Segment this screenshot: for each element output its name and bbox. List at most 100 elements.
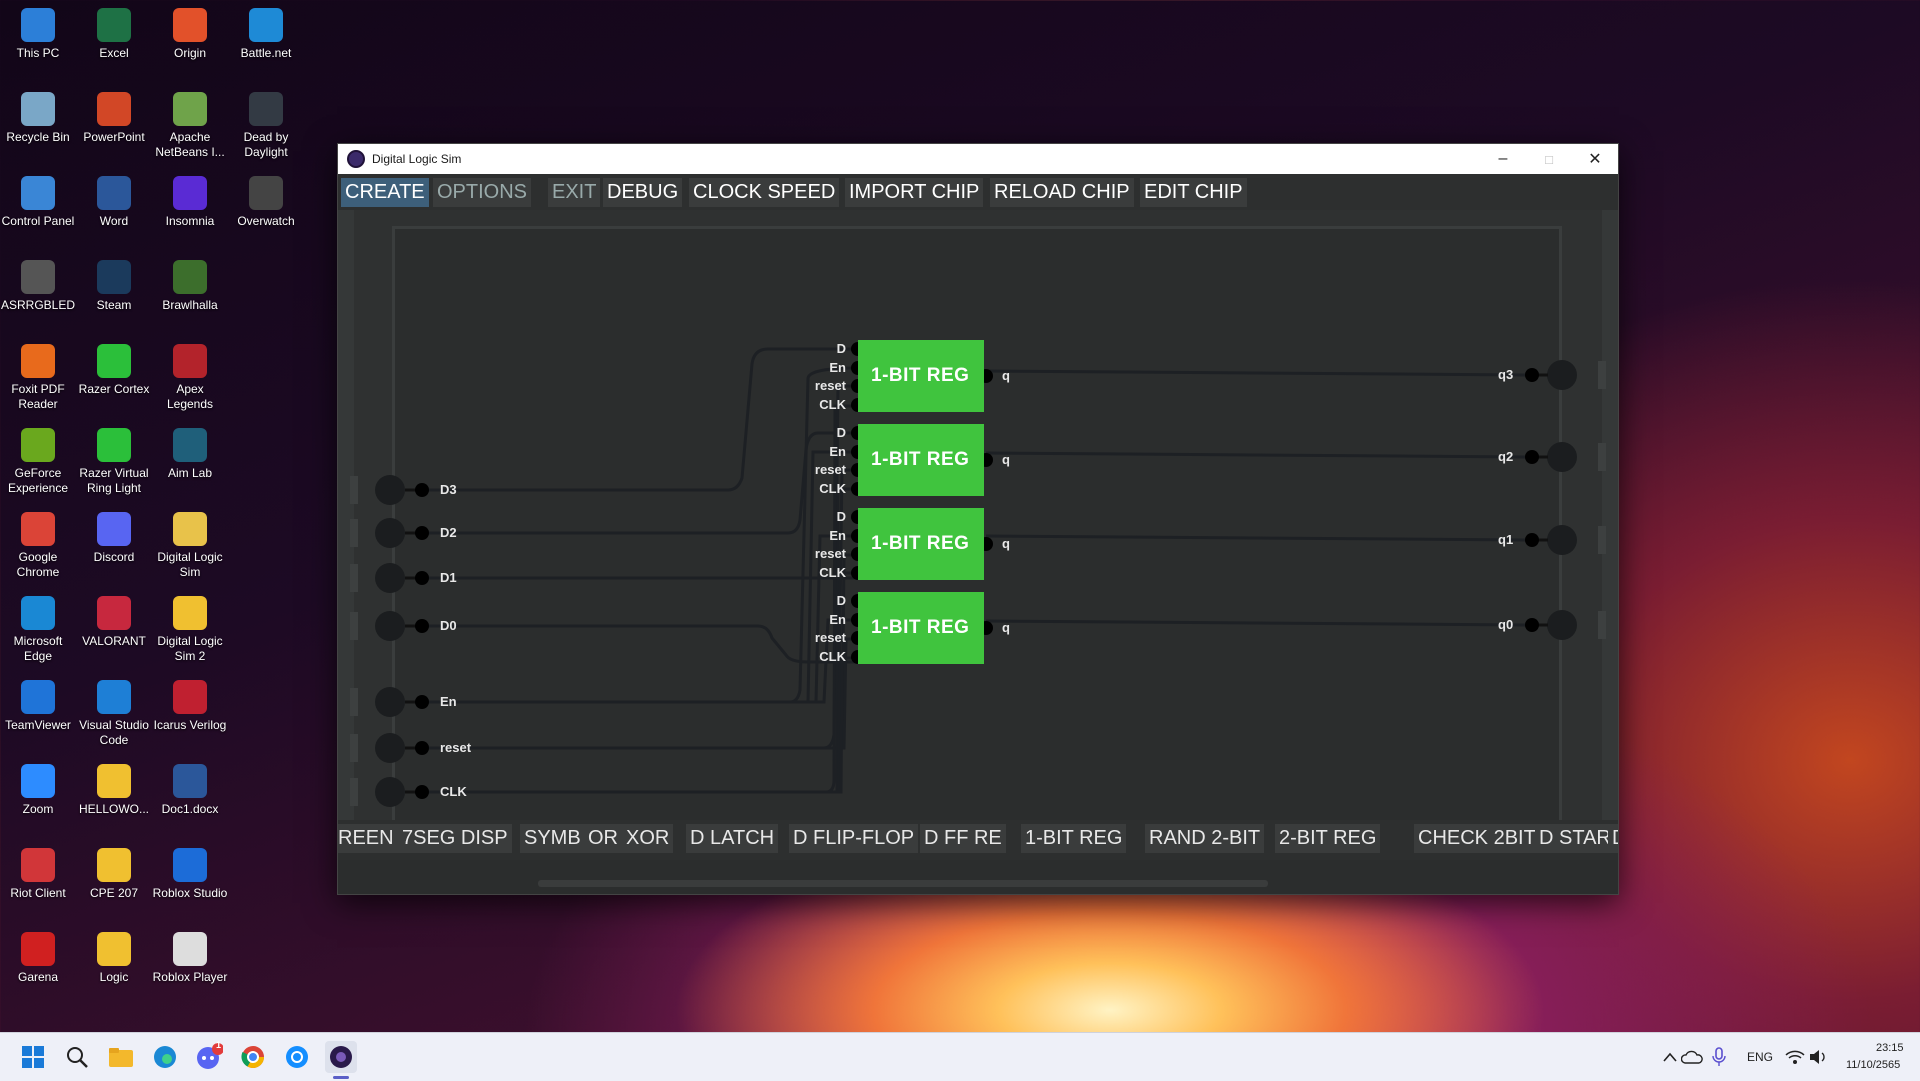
input-pin-label[interactable]: En: [440, 694, 457, 709]
desktop-icon[interactable]: Visual Studio Code: [76, 676, 152, 748]
clock-speed-button[interactable]: CLOCK SPEED: [689, 178, 840, 207]
register-chip[interactable]: 1-BIT REG: [858, 592, 984, 664]
desktop-icon[interactable]: Aim Lab: [152, 424, 228, 481]
import-chip-button[interactable]: IMPORT CHIP: [845, 178, 984, 207]
desktop-icon[interactable]: Apex Legends: [152, 340, 228, 412]
desktop-icon[interactable]: Zoom: [0, 760, 76, 817]
library-chip-button[interactable]: 2-BIT REG: [1275, 824, 1381, 853]
output-pin-label: q3: [1498, 367, 1514, 382]
desktop-icon[interactable]: Brawlhalla: [152, 256, 228, 313]
desktop-icon[interactable]: Doc1.docx: [152, 760, 228, 817]
edge-icon[interactable]: [149, 1041, 181, 1073]
input-pin-label[interactable]: D2: [440, 525, 457, 540]
desktop-icon[interactable]: Microsoft Edge: [0, 592, 76, 664]
library-chip-button[interactable]: XOR: [622, 824, 674, 853]
desktop-icon[interactable]: Roblox Studio: [152, 844, 228, 901]
library-chip-button[interactable]: 7SEG DISP: [398, 824, 512, 853]
clock-time[interactable]: 23:15: [1876, 1042, 1904, 1054]
library-chip-button[interactable]: OR: [584, 824, 622, 853]
desktop-icon[interactable]: VALORANT: [76, 592, 152, 649]
desktop-icon[interactable]: Apache NetBeans I...: [152, 88, 228, 160]
chip-library-bar: REEN 7SEG DISP SYMB OR XOR D LATCH D FLIP-FLOP…: [338, 820, 1618, 860]
desktop-icon[interactable]: Google Chrome: [0, 508, 76, 580]
library-chip-button[interactable]: D FF RE: [920, 824, 1006, 853]
register-chip[interactable]: 1-BIT REG: [858, 424, 984, 496]
desktop-icon[interactable]: HELLOWO...: [76, 760, 152, 817]
create-button[interactable]: CREATE: [341, 178, 429, 207]
desktop-icon[interactable]: Overwatch: [228, 172, 304, 229]
input-pin-label[interactable]: reset: [440, 740, 471, 755]
search-icon[interactable]: [61, 1041, 93, 1073]
desktop-icon[interactable]: Garena: [0, 928, 76, 985]
battlenet-icon[interactable]: [281, 1041, 313, 1073]
input-pin-label[interactable]: D3: [440, 482, 457, 497]
file-explorer-icon[interactable]: [105, 1041, 137, 1073]
desktop-icon-label: Riot Client: [10, 886, 66, 900]
desktop-icon[interactable]: Digital Logic Sim: [152, 508, 228, 580]
maximize-button[interactable]: □: [1526, 144, 1572, 174]
desktop-icon[interactable]: GeForce Experience: [0, 424, 76, 496]
clock-date[interactable]: 11/10/2565: [1846, 1059, 1900, 1071]
desktop-icon[interactable]: Recycle Bin: [0, 88, 76, 145]
desktop-icon[interactable]: Riot Client: [0, 844, 76, 901]
desktop-icon[interactable]: Battle.net: [228, 4, 304, 61]
workspace[interactable]: D3 D2 D1 D0 En reset CLK 1-BIT REG D En reset CLK q 1…: [338, 210, 1618, 836]
desktop-icon[interactable]: Control Panel: [0, 172, 76, 229]
library-chip-button[interactable]: 1-BIT REG: [1021, 824, 1127, 853]
register-chip[interactable]: 1-BIT REG: [858, 340, 984, 412]
desktop-app-icon: [173, 92, 207, 126]
desktop-icon[interactable]: Steam: [76, 256, 152, 313]
desktop-icon[interactable]: This PC: [0, 4, 76, 61]
library-chip-button[interactable]: REEN: [338, 824, 398, 853]
desktop-icon[interactable]: CPE 207: [76, 844, 152, 901]
desktop-icon[interactable]: Roblox Player: [152, 928, 228, 985]
library-chip-button[interactable]: DEC: [1608, 824, 1618, 853]
desktop-icon[interactable]: Discord: [76, 508, 152, 565]
options-button[interactable]: OPTIONS: [433, 178, 532, 207]
register-chip[interactable]: 1-BIT REG: [858, 508, 984, 580]
desktop-icon-label: Foxit PDF Reader: [11, 382, 65, 411]
microphone-icon[interactable]: [1703, 1041, 1735, 1073]
desktop-icon[interactable]: Insomnia: [152, 172, 228, 229]
input-pin-label[interactable]: D0: [440, 618, 457, 633]
output-pin-label: q1: [1498, 532, 1514, 547]
library-chip-button[interactable]: D FLIP-FLOP: [789, 824, 919, 853]
circuit-overlay: D3 D2 D1 D0 En reset CLK 1-BIT REG D En reset CLK q 1…: [338, 210, 1618, 820]
desktop-icon[interactable]: Foxit PDF Reader: [0, 340, 76, 412]
reload-chip-button[interactable]: RELOAD CHIP: [990, 178, 1134, 207]
desktop-icon[interactable]: Icarus Verilog: [152, 676, 228, 733]
desktop-icon[interactable]: Word: [76, 172, 152, 229]
input-pin-label[interactable]: CLK: [440, 784, 467, 799]
minimize-button[interactable]: –: [1480, 144, 1526, 174]
desktop-app-icon: [21, 344, 55, 378]
library-chip-button[interactable]: CHECK 2BIT: [1414, 824, 1540, 853]
desktop-icon[interactable]: Digital Logic Sim 2: [152, 592, 228, 664]
library-chip-button[interactable]: SYMB: [520, 824, 585, 853]
debug-button[interactable]: DEBUG: [603, 178, 683, 207]
library-chip-button[interactable]: D STAR: [1535, 824, 1615, 853]
close-button[interactable]: ✕: [1572, 144, 1618, 174]
input-pin-label[interactable]: D1: [440, 570, 457, 585]
digital-logic-sim-taskbar-icon[interactable]: [325, 1041, 357, 1073]
title-bar[interactable]: Digital Logic Sim – □ ✕: [338, 144, 1618, 174]
volume-icon[interactable]: [1802, 1041, 1834, 1073]
exit-button[interactable]: EXIT: [548, 178, 601, 207]
desktop-icon[interactable]: Excel: [76, 4, 152, 61]
library-chip-button[interactable]: RAND 2-BIT: [1145, 824, 1265, 853]
library-chip-button[interactable]: D LATCH: [686, 824, 779, 853]
language-indicator[interactable]: ENG: [1747, 1050, 1773, 1064]
desktop-icon[interactable]: Dead by Daylight: [228, 88, 304, 160]
desktop-app-icon: [21, 596, 55, 630]
desktop-icon[interactable]: PowerPoint: [76, 88, 152, 145]
edit-chip-button[interactable]: EDIT CHIP: [1140, 178, 1247, 207]
desktop-icon[interactable]: TeamViewer: [0, 676, 76, 733]
desktop-icon[interactable]: ASRRGBLED: [0, 256, 76, 313]
discord-icon[interactable]: 1: [193, 1040, 225, 1073]
desktop-icon[interactable]: Razer Virtual Ring Light: [76, 424, 152, 496]
desktop-icon[interactable]: Razer Cortex: [76, 340, 152, 397]
desktop-icon[interactable]: Logic: [76, 928, 152, 985]
library-scrollbar[interactable]: [538, 880, 1268, 887]
chrome-icon[interactable]: [237, 1041, 269, 1073]
start-icon[interactable]: [17, 1041, 49, 1073]
desktop-icon[interactable]: Origin: [152, 4, 228, 61]
